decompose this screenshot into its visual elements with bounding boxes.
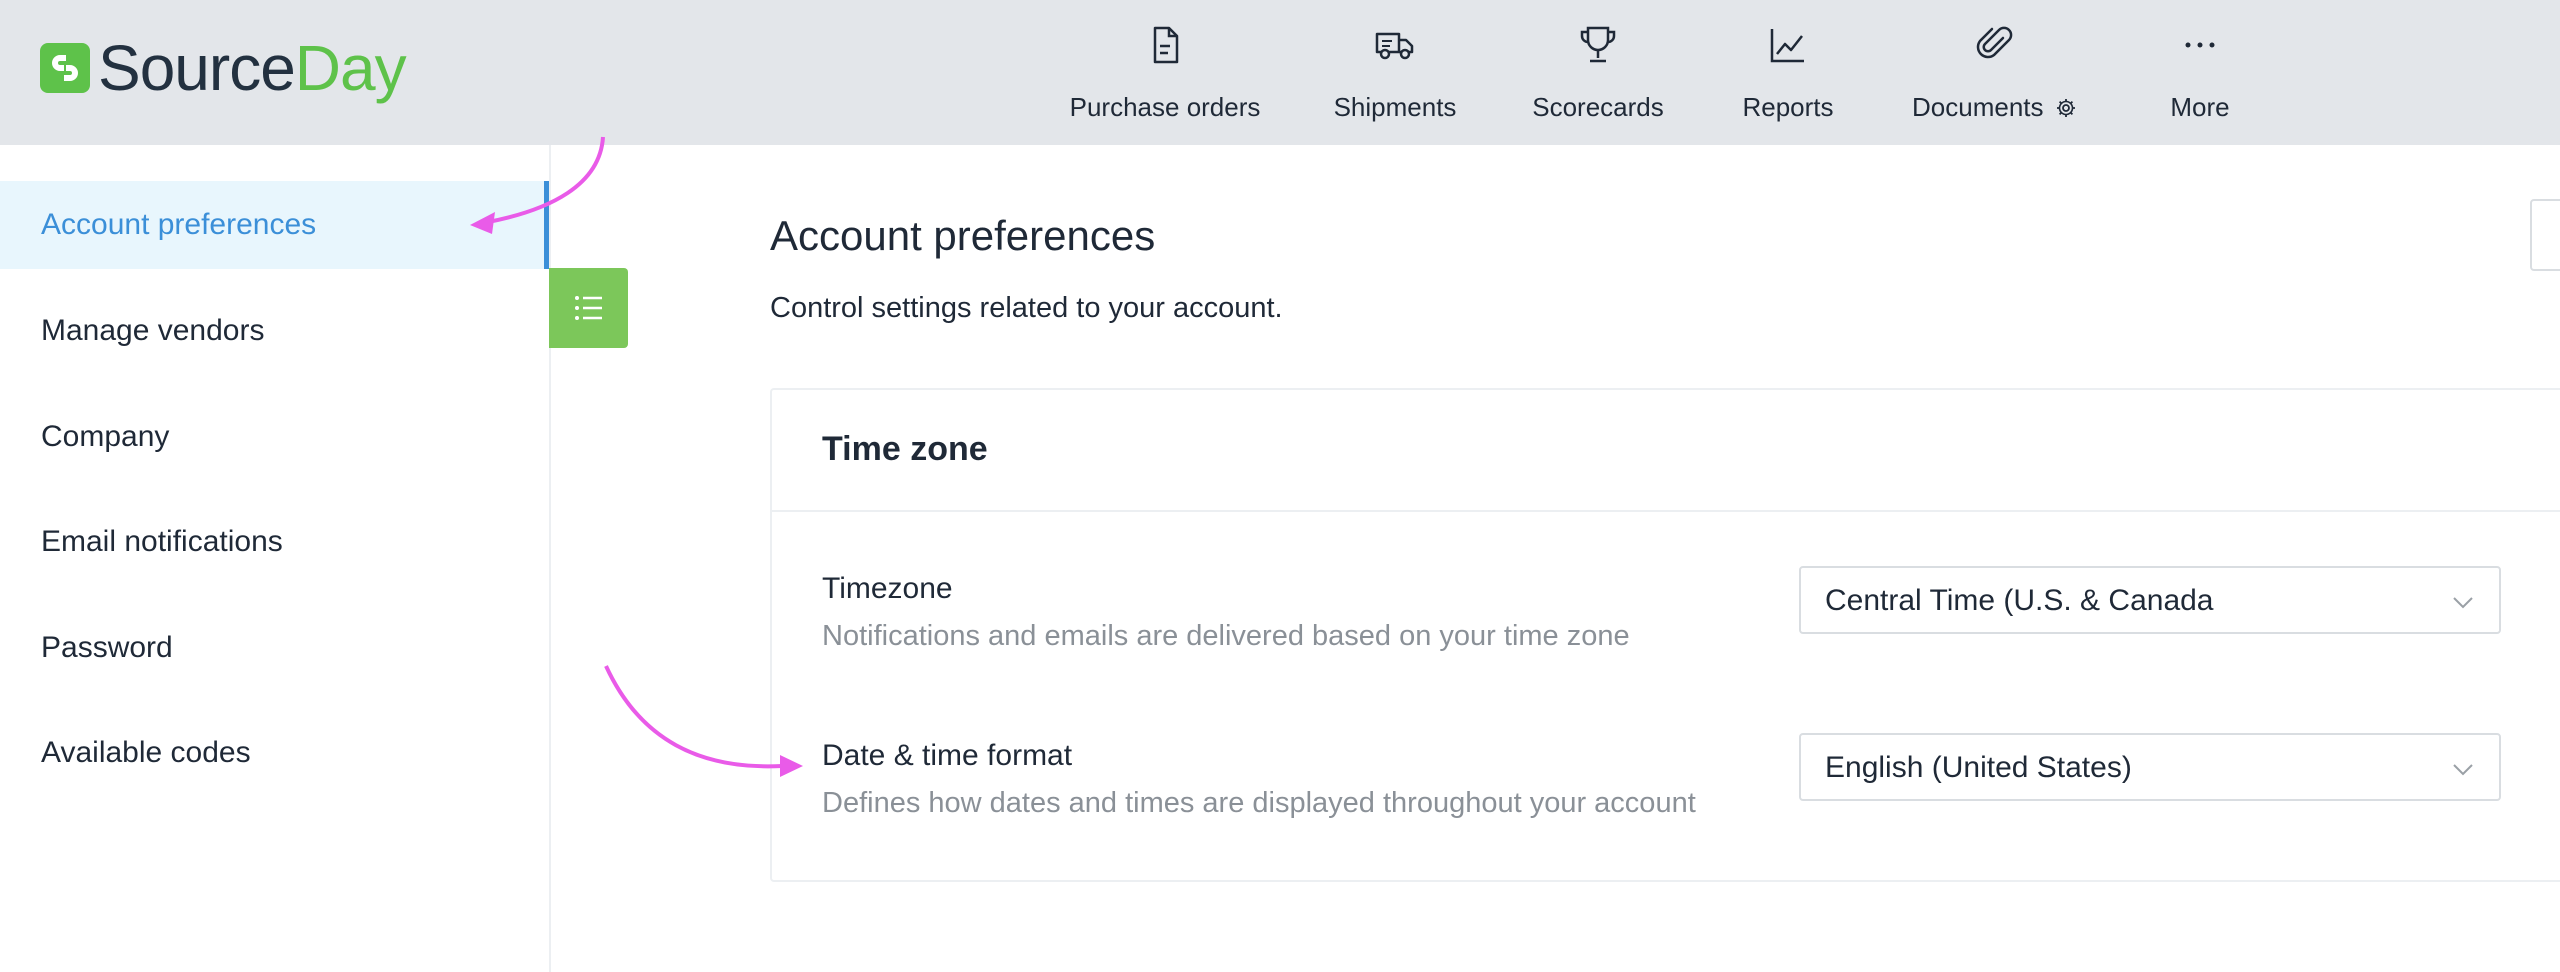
chevron-down-icon — [2453, 597, 2473, 609]
timezone-select-value: Central Time (U.S. & Canada — [1825, 584, 2214, 617]
header-action-button[interactable] — [2530, 199, 2560, 271]
nav-label: Documents — [1912, 92, 2077, 123]
sidebar-item-manage-vendors[interactable]: Manage vendors — [0, 287, 549, 375]
date-time-format-select[interactable]: English (United States) — [1799, 733, 2501, 801]
sidebar-item-password[interactable]: Password — [0, 604, 549, 692]
card-header: Time zone — [772, 390, 2560, 512]
paperclip-icon — [1976, 26, 2013, 59]
document-icon — [1153, 26, 1179, 64]
nav-reports[interactable]: Reports — [1738, 0, 1838, 145]
date-time-format-description: Defines how dates and times are displaye… — [822, 787, 1696, 819]
sidebar-toggle-button[interactable] — [549, 268, 628, 348]
sidebar-item-label: Company — [41, 420, 170, 453]
sidebar-item-email-notifications[interactable]: Email notifications — [0, 498, 549, 586]
top-header: SourceDay Purchase orders Shipments Scor… — [0, 0, 2560, 145]
sidebar-item-account-preferences[interactable]: Account preferences — [0, 181, 549, 269]
sidebar-item-label: Available codes — [41, 736, 251, 769]
nav-shipments[interactable]: Shipments — [1330, 0, 1460, 145]
time-zone-card: Time zone Timezone Notifications and ema… — [770, 388, 2560, 882]
nav-label: Purchase orders — [1069, 92, 1261, 122]
line-chart-icon — [1770, 29, 1804, 63]
settings-sidebar: Account preferences Manage vendors Compa… — [0, 145, 551, 972]
sidebar-item-label: Account preferences — [41, 208, 317, 241]
timezone-label: Timezone — [822, 572, 953, 605]
sourceday-logo[interactable]: SourceDay — [40, 32, 407, 104]
sidebar-item-label: Manage vendors — [41, 314, 265, 347]
sidebar-item-company[interactable]: Company — [0, 393, 549, 481]
nav-scorecards[interactable]: Scorecards — [1530, 0, 1666, 145]
truck-icon — [1375, 32, 1414, 60]
logo-text: SourceDay — [98, 32, 407, 104]
nav-label: Shipments — [1333, 92, 1457, 122]
sidebar-item-label: Password — [41, 631, 173, 664]
logo-mark-icon — [40, 43, 90, 93]
timezone-description: Notifications and emails are delivered b… — [822, 620, 1630, 652]
more-dots-icon — [2185, 42, 2215, 48]
timezone-select[interactable]: Central Time (U.S. & Canada — [1799, 566, 2501, 634]
page-title: Account preferences — [770, 212, 1156, 259]
trophy-icon — [1580, 26, 1616, 63]
annotation-arrow-to-date-format — [604, 665, 783, 769]
nav-label: Scorecards — [1532, 92, 1664, 122]
nav-more[interactable]: More — [2160, 0, 2240, 145]
card-title: Time zone — [822, 430, 988, 468]
list-icon — [575, 296, 602, 320]
sidebar-item-available-codes[interactable]: Available codes — [0, 709, 549, 797]
date-time-format-label: Date & time format — [822, 739, 1073, 772]
page-subtitle: Control settings related to your account… — [770, 292, 1283, 324]
nav-label: More — [2170, 92, 2230, 122]
chevron-down-icon — [2453, 764, 2473, 776]
nav-documents[interactable]: Documents — [1910, 0, 2080, 145]
gear-icon — [2056, 99, 2075, 117]
sidebar-item-label: Email notifications — [41, 525, 283, 558]
nav-label: Reports — [1742, 92, 1834, 122]
nav-purchase-orders[interactable]: Purchase orders — [1070, 0, 1260, 145]
date-time-format-select-value: English (United States) — [1825, 751, 2132, 784]
